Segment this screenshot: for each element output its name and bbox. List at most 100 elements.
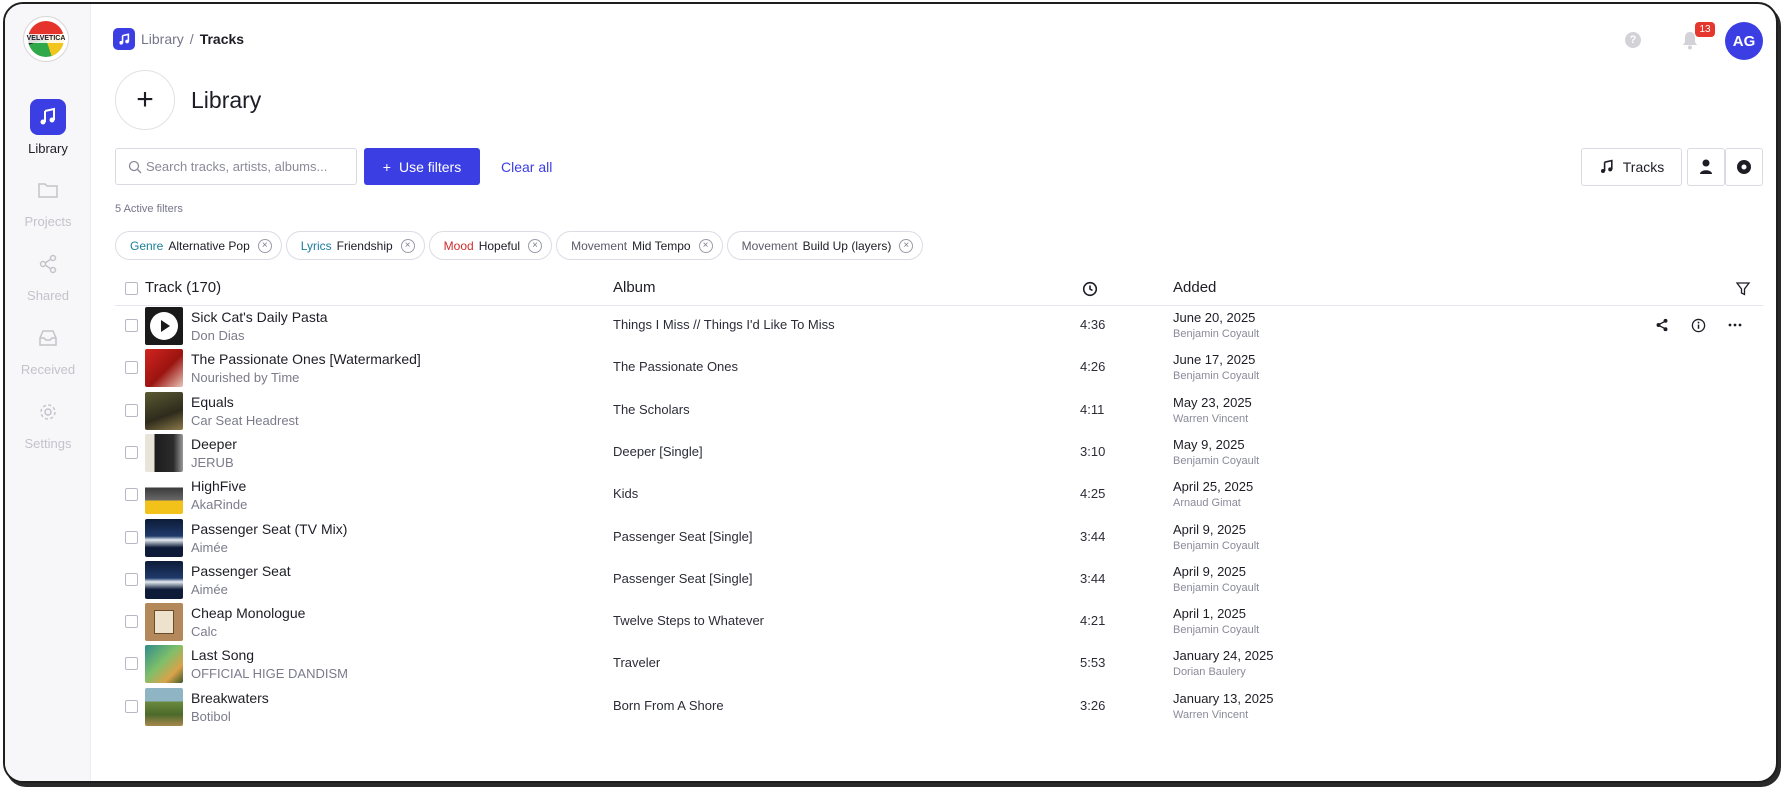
row-checkbox[interactable] bbox=[125, 488, 138, 502]
sidebar-item-received[interactable]: Received bbox=[5, 320, 91, 377]
album-cover[interactable] bbox=[145, 603, 183, 642]
more-icon[interactable] bbox=[1726, 316, 1744, 334]
track-title[interactable]: Last Song bbox=[191, 647, 254, 663]
remove-filter-icon[interactable]: × bbox=[528, 238, 543, 253]
table-row[interactable]: HighFive AkaRinde Kids 4:25 April 25, 2025 Ar… bbox=[115, 471, 1763, 519]
album-cover[interactable] bbox=[145, 391, 183, 430]
track-artist[interactable]: JERUB bbox=[191, 455, 234, 470]
avatar[interactable]: AG bbox=[1725, 22, 1763, 60]
track-artist[interactable]: Aimée bbox=[191, 540, 228, 555]
info-icon[interactable] bbox=[1689, 316, 1707, 334]
album-cover[interactable] bbox=[145, 349, 183, 388]
help-icon[interactable]: ? bbox=[1625, 32, 1641, 48]
track-title[interactable]: The Passionate Ones [Watermarked] bbox=[191, 351, 421, 367]
sidebar-item-settings[interactable]: Settings bbox=[5, 394, 91, 451]
track-title[interactable]: HighFive bbox=[191, 478, 246, 494]
filter-chip[interactable]: Lyrics Friendship × bbox=[285, 231, 425, 260]
row-checkbox[interactable] bbox=[125, 699, 138, 713]
sidebar-item-label: Settings bbox=[24, 436, 72, 451]
album-cover[interactable] bbox=[145, 645, 183, 684]
use-filters-button[interactable]: + Use filters bbox=[364, 148, 480, 185]
row-checkbox[interactable] bbox=[125, 445, 138, 459]
album-cover[interactable] bbox=[145, 476, 183, 515]
app-logo[interactable]: VELVETICA bbox=[23, 16, 69, 62]
view-albums-button[interactable] bbox=[1725, 148, 1763, 186]
track-title[interactable]: Passenger Seat bbox=[191, 563, 291, 579]
row-checkbox[interactable] bbox=[125, 615, 138, 629]
view-artists-button[interactable] bbox=[1687, 148, 1725, 186]
add-button[interactable]: + bbox=[115, 70, 175, 130]
track-title[interactable]: Passenger Seat (TV Mix) bbox=[191, 521, 347, 537]
inbox-icon bbox=[30, 320, 66, 356]
track-artist[interactable]: Nourished by Time bbox=[191, 370, 299, 385]
row-checkbox[interactable] bbox=[125, 572, 138, 586]
table-row[interactable]: Equals Car Seat Headrest The Scholars 4:11 M… bbox=[115, 387, 1763, 435]
filter-chip[interactable]: Mood Hopeful × bbox=[428, 231, 553, 260]
track-title[interactable]: Equals bbox=[191, 394, 234, 410]
column-added[interactable]: Added bbox=[1173, 279, 1216, 296]
filter-chip[interactable]: Movement Build Up (layers) × bbox=[726, 231, 924, 260]
remove-filter-icon[interactable]: × bbox=[899, 238, 914, 253]
album-cover[interactable] bbox=[145, 687, 183, 726]
filter-icon[interactable] bbox=[1735, 281, 1751, 297]
select-all-checkbox[interactable] bbox=[125, 282, 138, 295]
sidebar-item-library[interactable]: Library bbox=[5, 99, 91, 156]
track-title[interactable]: Sick Cat's Daily Pasta bbox=[191, 309, 328, 325]
filter-chip[interactable]: Genre Alternative Pop × bbox=[115, 231, 282, 260]
breadcrumb: Library / Tracks bbox=[113, 28, 244, 50]
column-track[interactable]: Track (170) bbox=[145, 279, 221, 296]
clock-icon[interactable] bbox=[1082, 281, 1098, 297]
album-cover[interactable] bbox=[145, 560, 183, 599]
track-artist[interactable]: Aimée bbox=[191, 582, 228, 597]
track-album[interactable]: Twelve Steps to Whatever bbox=[613, 613, 764, 628]
track-album[interactable]: The Scholars bbox=[613, 402, 690, 417]
view-tracks-button[interactable]: Tracks bbox=[1581, 148, 1682, 186]
column-album[interactable]: Album bbox=[613, 279, 656, 296]
row-checkbox[interactable] bbox=[125, 657, 138, 671]
track-album[interactable]: Things I Miss // Things I'd Like To Miss bbox=[613, 317, 835, 332]
row-checkbox[interactable] bbox=[125, 319, 138, 332]
track-title[interactable]: Breakwaters bbox=[191, 690, 269, 706]
track-album[interactable]: The Passionate Ones bbox=[613, 359, 738, 374]
track-album[interactable]: Traveler bbox=[613, 655, 660, 670]
row-checkbox[interactable] bbox=[125, 361, 138, 375]
sidebar-item-shared[interactable]: Shared bbox=[5, 246, 91, 303]
table-row[interactable]: The Passionate Ones [Watermarked] Nourish… bbox=[115, 344, 1763, 392]
table-row[interactable]: Passenger Seat Aimée Passenger Seat [Singl… bbox=[115, 556, 1763, 604]
table-row[interactable]: Sick Cat's Daily Pasta Don Dias Things I M… bbox=[115, 302, 1763, 350]
track-album[interactable]: Kids bbox=[613, 486, 638, 501]
track-album[interactable]: Born From A Shore bbox=[613, 698, 724, 713]
remove-filter-icon[interactable]: × bbox=[400, 238, 415, 253]
remove-filter-icon[interactable]: × bbox=[698, 238, 713, 253]
breadcrumb-root[interactable]: Library bbox=[141, 31, 184, 47]
track-title[interactable]: Cheap Monologue bbox=[191, 605, 305, 621]
table-row[interactable]: Cheap Monologue Calc Twelve Steps to Whate… bbox=[115, 598, 1763, 646]
logo-text: VELVETICA bbox=[24, 34, 68, 43]
track-artist[interactable]: AkaRinde bbox=[191, 497, 247, 512]
track-title[interactable]: Deeper bbox=[191, 436, 237, 452]
track-artist[interactable]: Car Seat Headrest bbox=[191, 413, 299, 428]
track-album[interactable]: Passenger Seat [Single] bbox=[613, 571, 752, 586]
share-icon[interactable] bbox=[1653, 316, 1671, 334]
row-checkbox[interactable] bbox=[125, 530, 138, 544]
table-row[interactable]: Deeper JERUB Deeper [Single] 3:10 May 9, 202… bbox=[115, 429, 1763, 477]
track-artist[interactable]: Don Dias bbox=[191, 328, 244, 343]
clear-all-link[interactable]: Clear all bbox=[501, 159, 552, 175]
remove-filter-icon[interactable]: × bbox=[257, 238, 272, 253]
track-artist[interactable]: OFFICIAL HIGE DANDISM bbox=[191, 666, 348, 681]
table-row[interactable]: Last Song OFFICIAL HIGE DANDISM Traveler 5:… bbox=[115, 640, 1763, 688]
row-checkbox[interactable] bbox=[125, 403, 138, 417]
filter-chip[interactable]: Movement Mid Tempo × bbox=[556, 231, 723, 260]
track-album[interactable]: Passenger Seat [Single] bbox=[613, 529, 752, 544]
album-cover[interactable] bbox=[145, 307, 183, 345]
sidebar-item-label: Projects bbox=[24, 214, 72, 229]
table-row[interactable]: Passenger Seat (TV Mix) Aimée Passenger Se… bbox=[115, 514, 1763, 562]
table-row[interactable]: Breakwaters Botibol Born From A Shore 3:26 J… bbox=[115, 683, 1763, 731]
sidebar-item-projects[interactable]: Projects bbox=[5, 172, 91, 229]
album-cover[interactable] bbox=[145, 518, 183, 557]
track-artist[interactable]: Calc bbox=[191, 624, 217, 639]
search-input[interactable] bbox=[146, 159, 346, 174]
album-cover[interactable] bbox=[145, 433, 183, 472]
track-artist[interactable]: Botibol bbox=[191, 709, 231, 724]
track-album[interactable]: Deeper [Single] bbox=[613, 444, 703, 459]
